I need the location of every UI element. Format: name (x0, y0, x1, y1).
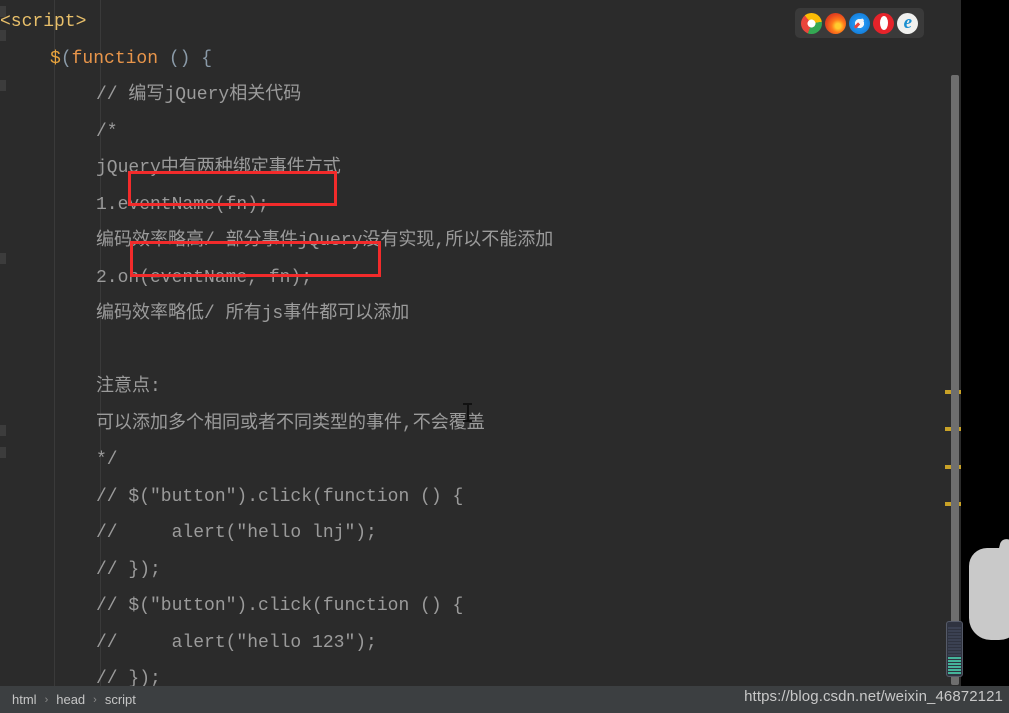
code-line[interactable]: 1.eventName(fn); (0, 187, 961, 224)
meter-segment (948, 627, 961, 629)
meter-segment (948, 657, 961, 659)
code-line[interactable]: // $("button").click(function () { (0, 479, 961, 516)
code-line[interactable]: 2.on(eventName, fn); (0, 260, 961, 297)
meter-segment (948, 666, 961, 668)
meter-segment (948, 654, 961, 656)
apple-logo-icon (969, 548, 1009, 640)
code-line[interactable]: // $("button").click(function () { (0, 588, 961, 625)
meter-segment (948, 645, 961, 647)
code-token: 1.eventName(fn); (96, 194, 269, 215)
code-token: 可以添加多个相同或者不同类型的事件,不会覆盖 (96, 413, 485, 434)
firefox-icon[interactable] (824, 12, 846, 34)
code-token: 2.on(eventName, fn); (96, 267, 313, 288)
code-token: // alert("hello 123"); (96, 632, 377, 653)
code-token: // 编写jQuery相关代码 (96, 85, 302, 105)
code-line[interactable]: jQuery中有两种绑定事件方式 (0, 150, 961, 187)
safari-icon[interactable] (848, 12, 870, 34)
breadcrumb-item-html[interactable]: html (4, 692, 45, 707)
screenshot-root: <script> $(function () { // 编写jQuery相关代码 /*… (0, 0, 1009, 713)
code-line[interactable]: // alert("hello 123"); (0, 625, 961, 662)
code-token: ( (60, 48, 72, 69)
vertical-scrollbar-thumb[interactable] (951, 75, 959, 685)
code-line[interactable]: // alert("hello lnj"); (0, 515, 961, 552)
watermark-url: https://blog.csdn.net/weixin_46872121 (744, 688, 1003, 705)
code-token: $ (50, 48, 61, 69)
chrome-icon[interactable] (800, 12, 822, 34)
meter-segment (948, 642, 961, 644)
meter-segment (948, 648, 961, 650)
code-token: 编码效率略低/ 所有js事件都可以添加 (96, 304, 410, 324)
code-token: () { (158, 48, 213, 69)
meter-segment (948, 663, 961, 665)
code-line[interactable]: // }); (0, 552, 961, 589)
code-line[interactable]: 编码效率略低/ 所有js事件都可以添加 (0, 296, 961, 333)
code-text[interactable]: <script> $(function () { // 编写jQuery相关代码 /*… (0, 0, 961, 686)
browser-launcher-strip[interactable]: e (795, 8, 924, 38)
level-meter-widget (946, 621, 963, 677)
code-token: // alert("hello lnj"); (96, 523, 377, 543)
code-token: <script> (0, 12, 87, 32)
meter-segment (948, 639, 961, 641)
opera-icon[interactable] (873, 12, 895, 34)
code-token: */ (96, 450, 118, 470)
code-token: // }); (96, 669, 161, 686)
code-line[interactable]: 编码效率略高/ 部分事件jQuery没有实现,所以不能添加 (0, 223, 961, 260)
text-cursor-ibeam (463, 403, 472, 422)
meter-segment (948, 660, 961, 662)
internet-explorer-icon[interactable]: e (897, 12, 919, 34)
code-token: 编码效率略高/ 部分事件jQuery没有实现,所以不能添加 (96, 231, 554, 251)
breadcrumb-item-script[interactable]: script (97, 692, 144, 707)
meter-segment (948, 630, 961, 632)
code-token: function (71, 48, 159, 69)
code-token: // }); (96, 559, 161, 580)
code-editor[interactable]: <script> $(function () { // 编写jQuery相关代码 /*… (0, 0, 961, 686)
code-line[interactable]: // 编写jQuery相关代码 (0, 77, 961, 114)
code-line[interactable]: // }); (0, 661, 961, 686)
code-line[interactable]: 注意点: (0, 369, 961, 406)
code-token: // $("button").click(function () { (96, 596, 464, 616)
right-side-panel (961, 0, 1009, 686)
code-line[interactable]: /* (0, 114, 961, 151)
meter-segment (948, 672, 961, 674)
code-line[interactable]: */ (0, 442, 961, 479)
breadcrumb-item-head[interactable]: head (48, 692, 93, 707)
meter-segment (948, 636, 961, 638)
meter-segment (948, 669, 961, 671)
code-token: 注意点: (96, 377, 161, 397)
code-token: // $("button").click(function () { (96, 486, 464, 507)
code-line[interactable] (0, 333, 961, 370)
code-token: /* (96, 121, 118, 142)
code-line[interactable]: $(function () { (0, 41, 961, 78)
code-token: jQuery中有两种绑定事件方式 (96, 158, 341, 178)
meter-segment (948, 651, 961, 653)
meter-segment (948, 633, 961, 635)
code-line[interactable]: 可以添加多个相同或者不同类型的事件,不会覆盖 (0, 406, 961, 443)
